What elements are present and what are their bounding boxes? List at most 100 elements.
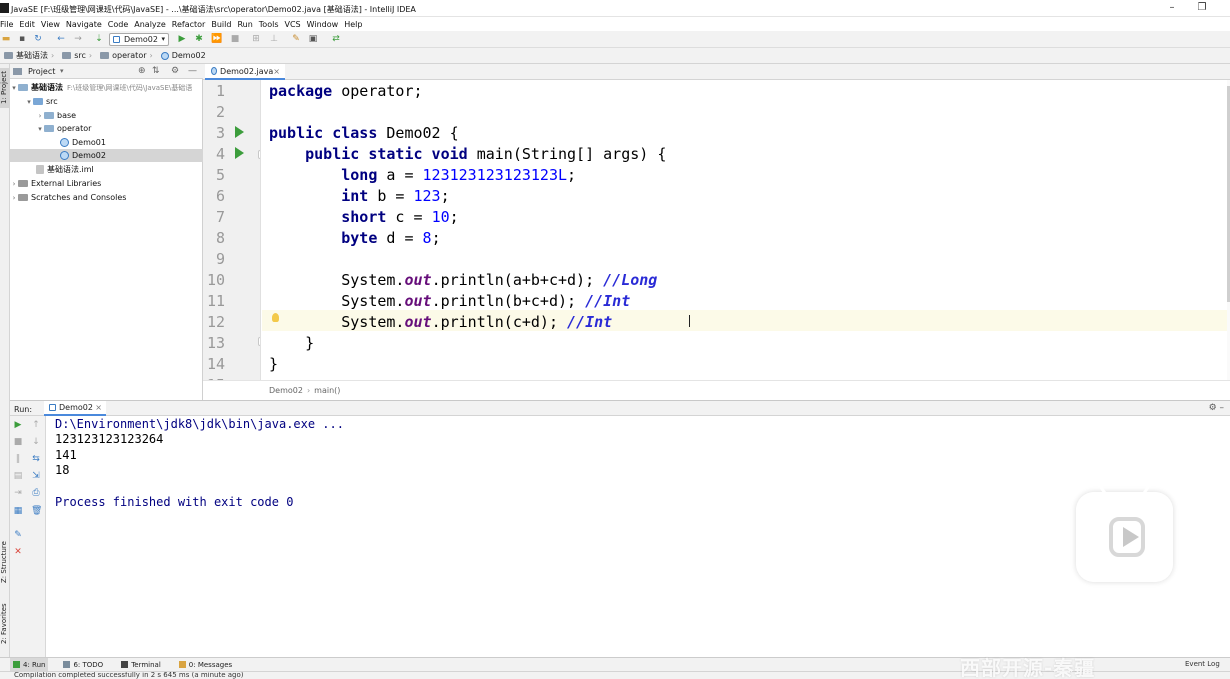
gear-icon[interactable]: ⚙ (171, 66, 179, 76)
fold-marker-icon[interactable] (258, 337, 260, 346)
back-icon[interactable]: ← (55, 33, 67, 45)
gear-icon[interactable]: ⚙ – (1209, 403, 1224, 413)
tool-run[interactable]: 4: Run (10, 657, 49, 672)
coverage-icon[interactable]: ⏩ (211, 33, 223, 45)
layout-icon[interactable]: ▦ (13, 506, 23, 516)
static-field: out (404, 313, 432, 331)
tree-item-module[interactable]: ▾ 基础语法 F:\班级管理\网课班\代码\JavaSE\基础语 (10, 81, 192, 94)
menu-code[interactable]: Code (108, 20, 128, 29)
update-icon[interactable]: ⊥ (268, 33, 280, 45)
exit-icon[interactable]: ⇥ (13, 488, 23, 498)
event-log-button[interactable]: Event Log (1185, 660, 1220, 668)
menu-vcs[interactable]: VCS (285, 20, 301, 29)
locate-icon[interactable]: ⊕ (138, 66, 146, 76)
tree-item-demo02[interactable]: Demo02 (10, 149, 203, 162)
chevron-down-icon[interactable]: ▾ (10, 84, 18, 92)
minimize-button[interactable]: – (1157, 0, 1187, 17)
menu-window[interactable]: Window (307, 20, 339, 29)
chevron-right-icon[interactable]: › (36, 112, 44, 120)
menu-navigate[interactable]: Navigate (66, 20, 102, 29)
menu-bar: File Edit View Navigate Code Analyze Ref… (0, 17, 1230, 31)
collapse-all-icon[interactable]: ⇅ (152, 66, 160, 76)
pin-icon[interactable]: ✎ (13, 530, 23, 540)
dump-threads-icon[interactable]: ▤ (13, 471, 23, 481)
tree-item-base[interactable]: › base (36, 109, 76, 122)
tree-item-scratches[interactable]: › Scratches and Consoles (10, 191, 127, 204)
chevron-right-icon[interactable]: › (10, 194, 18, 202)
build-icon[interactable]: ⇣ (93, 33, 105, 45)
menu-edit[interactable]: Edit (19, 20, 35, 29)
rerun-icon[interactable]: ▶ (13, 420, 23, 430)
project-view-select[interactable]: Project (28, 67, 55, 76)
lightbulb-icon[interactable] (272, 313, 279, 322)
fold-marker-icon[interactable] (258, 150, 260, 159)
open-folder-icon[interactable]: ▬ (0, 33, 12, 45)
tree-item-external-libraries[interactable]: › External Libraries (10, 177, 102, 190)
crumb-method[interactable]: main() (314, 386, 340, 395)
trash-icon[interactable]: 🗑 (31, 506, 42, 516)
menu-view[interactable]: View (41, 20, 60, 29)
console-line-exit: Process finished with exit code 0 (55, 495, 294, 509)
menu-help[interactable]: Help (344, 20, 362, 29)
soft-wrap-icon[interactable]: ⇆ (31, 454, 41, 464)
close-run-icon[interactable]: ✕ (13, 547, 23, 557)
code-line-6: int b = 123; (269, 186, 449, 207)
package-icon (44, 125, 54, 132)
run-configuration-select[interactable]: Demo02 ▾ (109, 33, 169, 46)
console-output[interactable]: D:\Environment\jdk8\jdk\bin\java.exe ...… (47, 416, 1230, 657)
maximize-button[interactable]: ❐ (1187, 0, 1217, 17)
project-tool-button[interactable]: 1: Project (0, 68, 10, 108)
favorites-tool-button[interactable]: 2: Favorites (0, 599, 10, 649)
code-editor[interactable]: package operator; public class Demo02 { … (262, 80, 1227, 380)
tree-item-operator[interactable]: ▾ operator (36, 122, 91, 135)
run-tab-demo02[interactable]: Demo02 × (44, 401, 106, 416)
stop-icon[interactable]: ■ (13, 437, 23, 447)
menu-file[interactable]: File (0, 20, 13, 29)
tool-messages[interactable]: 0: Messages (176, 658, 235, 672)
bilibili-play-overlay[interactable] (1076, 492, 1173, 582)
crumb-module[interactable]: 基础语法 › (0, 50, 54, 61)
menu-build[interactable]: Build (211, 20, 231, 29)
editor-gutter: 1 2 3 4 5 6 7 8 9 10 11 12 13 14 15 (203, 80, 261, 380)
chevron-right-icon[interactable]: › (10, 180, 18, 188)
menu-refactor[interactable]: Refactor (172, 20, 206, 29)
crumb-class[interactable]: Demo02 (269, 386, 303, 395)
tree-item-src[interactable]: ▾ src (25, 95, 57, 108)
scroll-to-end-icon[interactable]: ⇲ (31, 471, 41, 481)
tab-demo02-java[interactable]: Demo02.java × (205, 64, 285, 80)
pause-icon[interactable]: ‖ (13, 454, 23, 464)
settings-wrench-icon[interactable]: ✎ (290, 33, 302, 45)
close-icon[interactable]: × (95, 403, 102, 412)
play-icon[interactable] (1123, 527, 1139, 547)
debug-icon[interactable]: ✱ (193, 33, 205, 45)
chevron-down-icon[interactable]: ▾ (25, 98, 33, 106)
forward-icon[interactable]: → (72, 33, 84, 45)
tool-terminal[interactable]: Terminal (118, 658, 164, 672)
tool-todo[interactable]: 6: TODO (60, 658, 106, 672)
chevron-down-icon[interactable]: ▾ (60, 67, 64, 75)
tree-item-demo01[interactable]: Demo01 (60, 136, 106, 149)
print-icon[interactable]: ⎙ (31, 488, 41, 498)
hide-panel-icon[interactable]: — (188, 66, 197, 76)
up-icon[interactable]: ↑ (31, 420, 41, 430)
run-class-icon[interactable] (235, 126, 244, 138)
crumb-src[interactable]: src › (58, 51, 92, 60)
structure-tool-button[interactable]: Z: Structure (0, 534, 10, 590)
menu-run[interactable]: Run (237, 20, 252, 29)
run-icon[interactable]: ▶ (176, 33, 188, 45)
stop-icon[interactable]: ■ (229, 33, 241, 45)
menu-analyze[interactable]: Analyze (134, 20, 166, 29)
chevron-down-icon[interactable]: ▾ (36, 125, 44, 133)
menu-tools[interactable]: Tools (259, 20, 279, 29)
vcs-icon[interactable]: ⇄ (330, 33, 342, 45)
sync-icon[interactable]: ↻ (32, 33, 44, 45)
save-icon[interactable]: ▪ (16, 33, 28, 45)
crumb-demo02[interactable]: Demo02 (157, 51, 206, 60)
down-icon[interactable]: ↓ (31, 437, 41, 447)
crumb-operator[interactable]: operator › (96, 51, 153, 60)
close-icon[interactable]: × (273, 67, 280, 76)
run-main-icon[interactable] (235, 147, 244, 159)
attach-icon[interactable]: ⊞ (250, 33, 262, 45)
tree-item-iml[interactable]: 基础语法.iml (36, 163, 94, 176)
project-structure-icon[interactable]: ▣ (307, 33, 319, 45)
